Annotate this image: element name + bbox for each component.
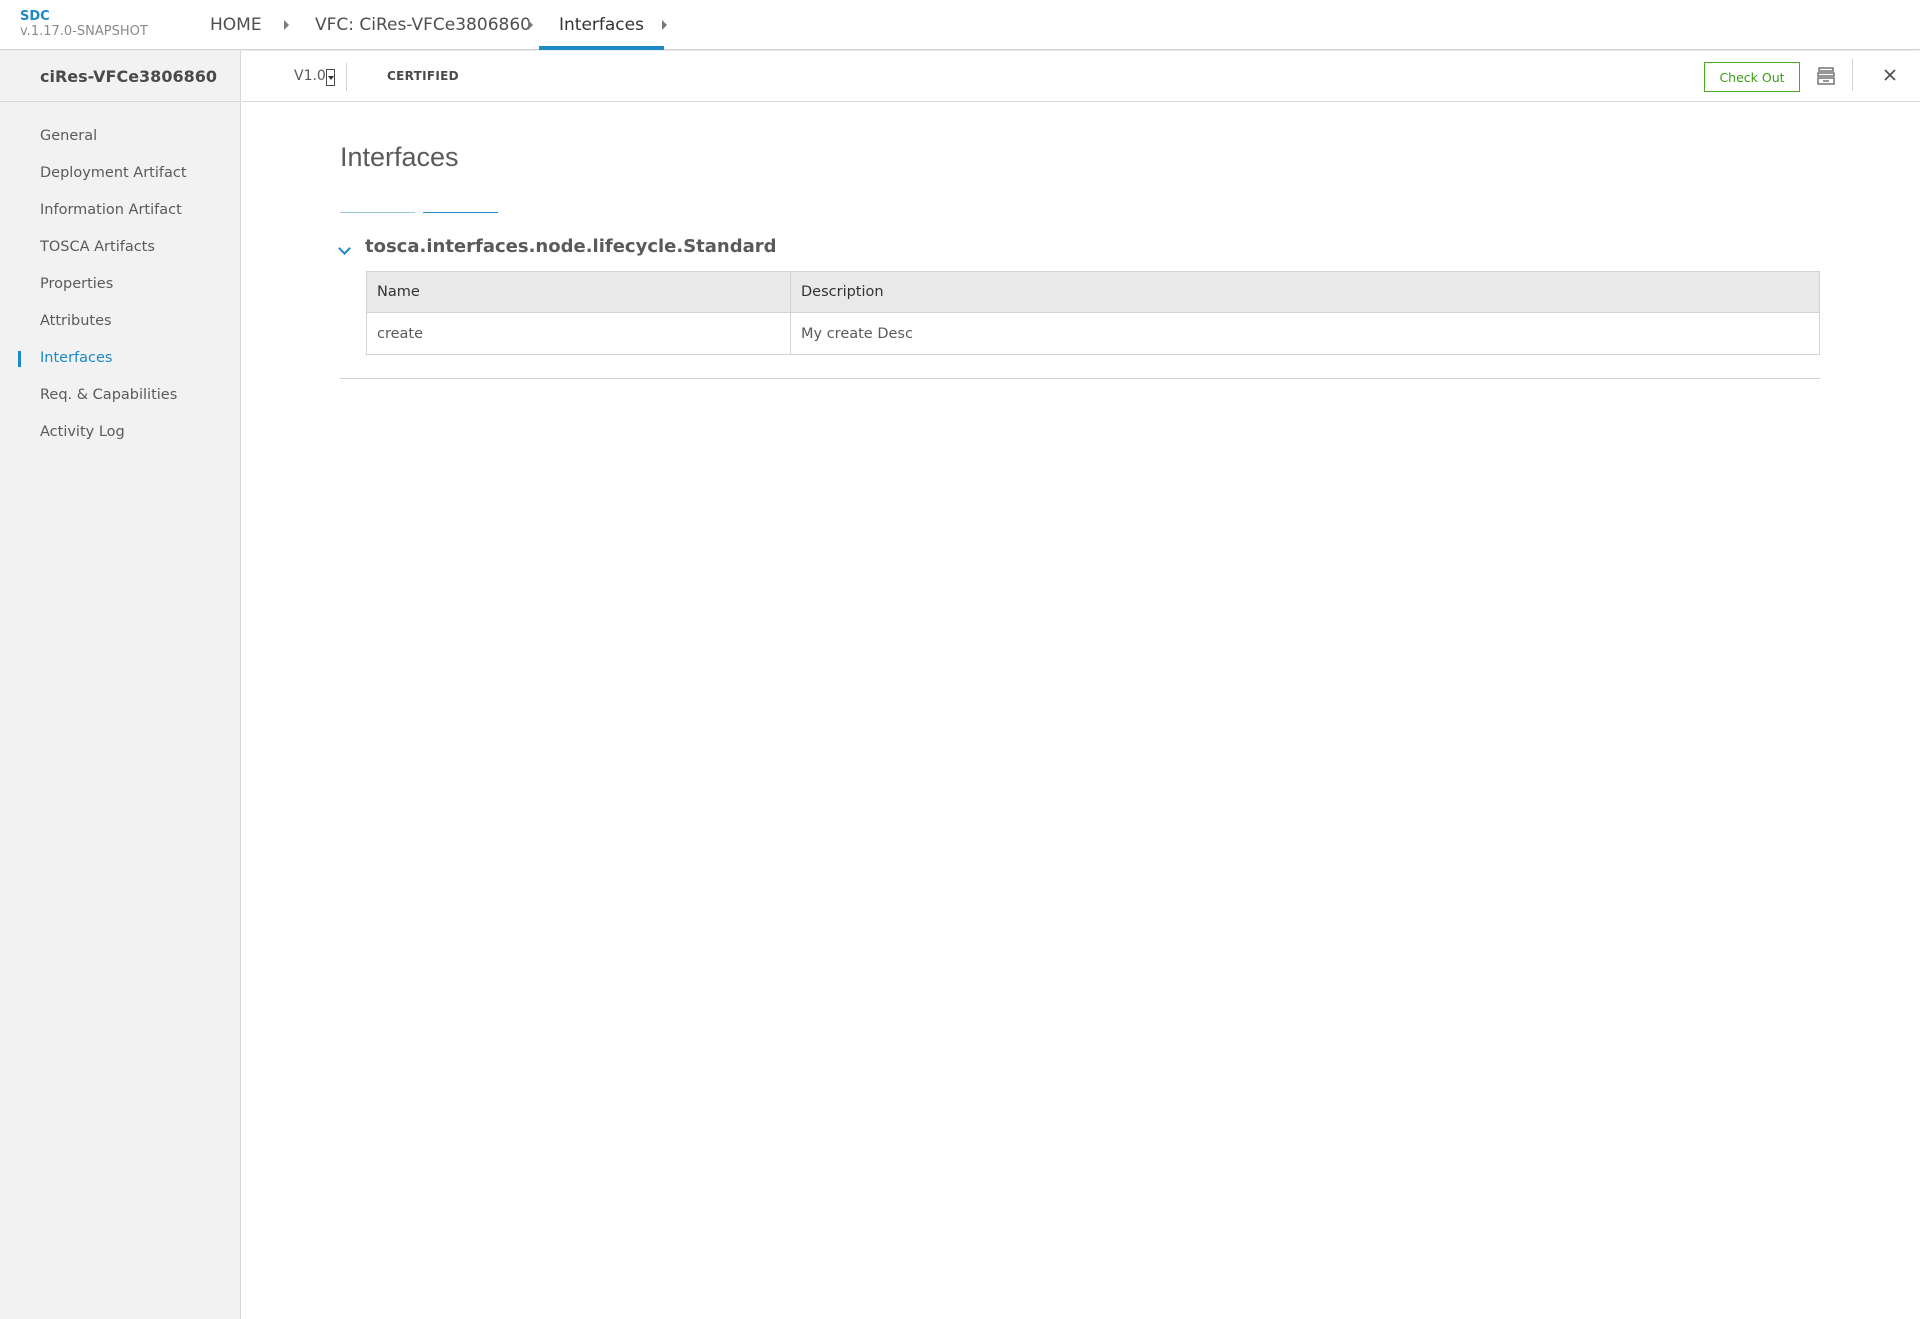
- archive-icon[interactable]: [1816, 66, 1836, 86]
- operation-description: My create Desc: [790, 312, 1820, 355]
- divider: [340, 378, 1820, 379]
- sidebar-item-attributes[interactable]: Attributes: [40, 313, 112, 329]
- chevron-down-icon[interactable]: [338, 242, 351, 255]
- version-label[interactable]: V1.0: [294, 68, 326, 84]
- workspace-header: V1.0 CERTIFIED Check Out: [242, 51, 1920, 102]
- breadcrumb-arrow-icon[interactable]: [662, 20, 667, 30]
- sidebar-item-activity-log[interactable]: Activity Log: [40, 424, 125, 440]
- sidebar-item-general[interactable]: General: [40, 128, 97, 144]
- divider: [1852, 59, 1853, 91]
- page-title: Interfaces: [340, 142, 459, 172]
- active-item-marker: [18, 351, 21, 367]
- sidebar-item-information-artifact[interactable]: Information Artifact: [40, 202, 182, 218]
- column-header-description: Description: [790, 271, 1820, 313]
- interface-name[interactable]: tosca.interfaces.node.lifecycle.Standard: [365, 236, 777, 257]
- top-bar: SDC v.1.17.0-SNAPSHOT HOME VFC: CiRes-VF…: [0, 0, 1920, 50]
- sidebar-item-properties[interactable]: Properties: [40, 276, 113, 292]
- sidebar-item-req-capabilities[interactable]: Req. & Capabilities: [40, 387, 177, 403]
- sidebar-item-deployment-artifact[interactable]: Deployment Artifact: [40, 165, 187, 181]
- lifecycle-status: CERTIFIED: [387, 69, 459, 83]
- breadcrumb-arrow-icon[interactable]: [284, 20, 289, 30]
- app-name: SDC: [20, 9, 50, 24]
- breadcrumb-vfc[interactable]: VFC: CiRes-VFCe3806860: [315, 0, 531, 50]
- table-header-row: Name Description: [366, 271, 1820, 313]
- component-name: ciRes-VFCe3806860: [0, 51, 240, 102]
- breadcrumb-interfaces[interactable]: Interfaces: [539, 0, 664, 50]
- operation-name: create: [366, 312, 791, 355]
- close-icon[interactable]: [1880, 65, 1900, 85]
- version-dropdown-caret-icon[interactable]: [326, 69, 335, 86]
- tab-link[interactable]: [423, 212, 498, 213]
- app-version: v.1.17.0-SNAPSHOT: [20, 24, 148, 39]
- operations-table: Name Description create My create Desc: [366, 271, 1820, 355]
- brand[interactable]: SDC v.1.17.0-SNAPSHOT: [20, 9, 148, 39]
- breadcrumb-home[interactable]: HOME: [210, 0, 262, 50]
- tab-link[interactable]: [340, 212, 415, 213]
- divider: [346, 63, 347, 91]
- breadcrumb-arrow-icon[interactable]: [528, 20, 533, 30]
- column-header-name: Name: [366, 271, 791, 313]
- check-out-button[interactable]: Check Out: [1704, 62, 1800, 92]
- table-row[interactable]: create My create Desc: [366, 312, 1820, 355]
- sidebar-item-interfaces[interactable]: Interfaces: [40, 350, 112, 366]
- sidebar-item-tosca-artifacts[interactable]: TOSCA Artifacts: [40, 239, 155, 255]
